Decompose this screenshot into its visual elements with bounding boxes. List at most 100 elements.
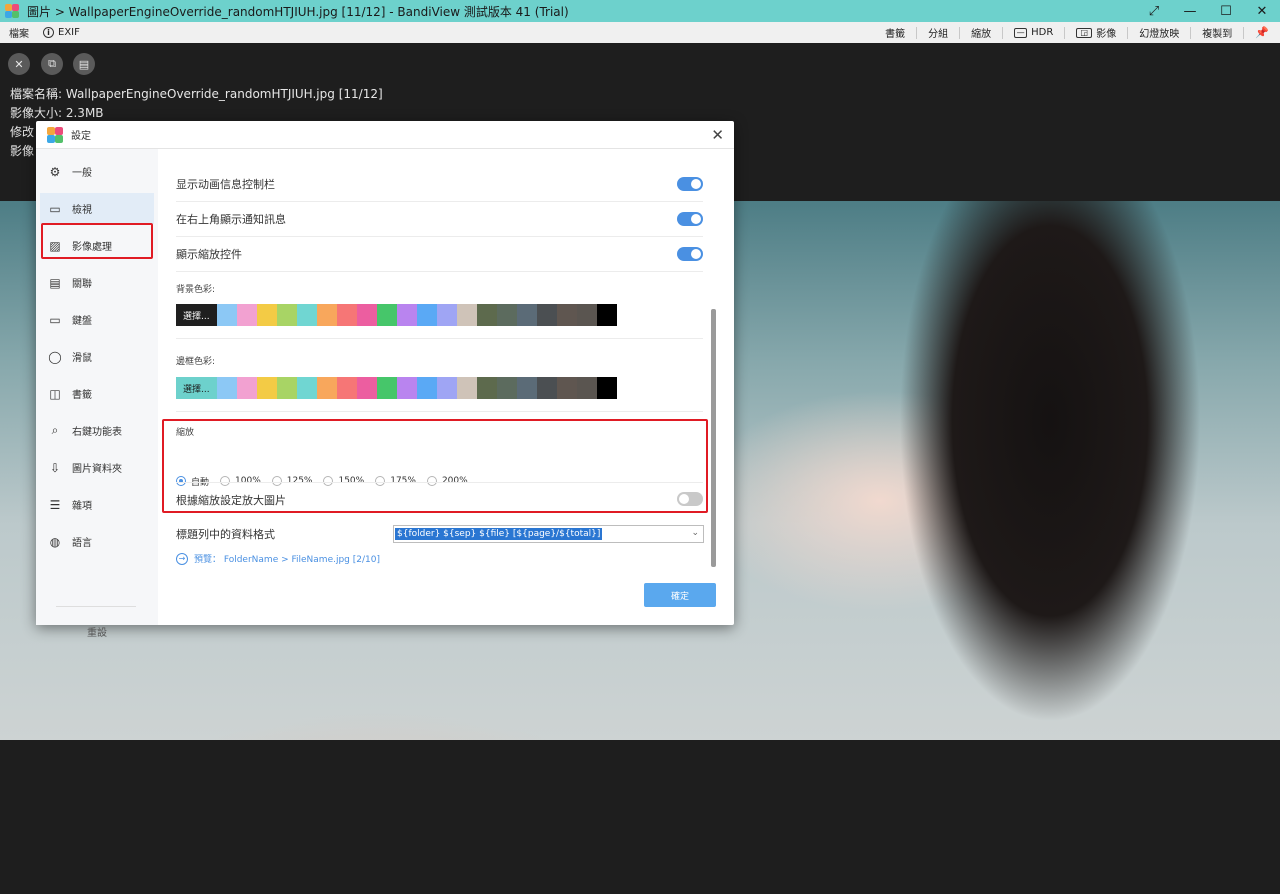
bg-color-swatch[interactable]: [536, 304, 557, 326]
gear-icon: ⚙: [49, 164, 61, 179]
viewer-close-button[interactable]: ✕: [8, 53, 30, 75]
nav-context-menu[interactable]: ⌕ 右鍵功能表: [40, 415, 154, 446]
sliders-icon: ☰: [49, 497, 61, 512]
menu-file[interactable]: 檔案: [9, 25, 29, 40]
bg-color-swatch[interactable]: [276, 304, 297, 326]
nav-picture-folder[interactable]: ⇩ 圖片資料夾: [40, 452, 154, 483]
menu-exif[interactable]: i EXIF: [43, 27, 80, 38]
app-logo-icon: [5, 4, 19, 18]
bg-color-swatch[interactable]: [596, 304, 617, 326]
border-color-swatch[interactable]: [216, 377, 237, 399]
bg-color-swatch[interactable]: [236, 304, 257, 326]
nav-general[interactable]: ⚙ 一般: [40, 156, 154, 187]
menu-bookmark[interactable]: 書籤: [874, 22, 916, 43]
toggle-notifications[interactable]: [677, 212, 703, 226]
settings-sidebar: ⚙ 一般 ▭ 檢視 ▨ 影像處理 ▤ 關聯 ▭ 鍵盤 ◯ 滑鼠 ◫ 書籤 ⌕ 右鍵功能表 ⇩ 圖片…: [36, 149, 158, 639]
bg-color-swatch[interactable]: [556, 304, 577, 326]
close-window-button[interactable]: ✕: [1244, 0, 1280, 22]
nav-language[interactable]: ◍ 語言: [40, 526, 154, 557]
bg-color-swatch[interactable]: [336, 304, 357, 326]
border-color-swatch[interactable]: [576, 377, 597, 399]
menu-slideshow[interactable]: 幻燈放映: [1128, 22, 1190, 43]
menu-hdr[interactable]: — HDR: [1003, 22, 1064, 43]
border-color-swatch[interactable]: [376, 377, 397, 399]
arrow-right-icon: →: [176, 552, 188, 565]
border-color-label: 邊框色彩:: [176, 357, 216, 367]
nav-association[interactable]: ▤ 關聯: [40, 267, 154, 298]
border-color-swatch[interactable]: [236, 377, 257, 399]
dialog-close-icon[interactable]: ✕: [711, 126, 724, 144]
nav-view[interactable]: ▭ 檢視: [40, 193, 154, 224]
bg-color-swatch[interactable]: [216, 304, 237, 326]
border-color-swatch[interactable]: [416, 377, 437, 399]
menu-copy-to[interactable]: 複製到: [1191, 22, 1243, 43]
border-color-swatch[interactable]: [496, 377, 517, 399]
title-format-select[interactable]: ${folder} ${sep} ${file} [${page}/${tota…: [393, 525, 704, 543]
nav-mouse[interactable]: ◯ 滑鼠: [40, 341, 154, 372]
preview-text: 預覽： FolderName > FileName.jpg [2/10]: [194, 555, 380, 565]
bg-color-swatch[interactable]: [576, 304, 597, 326]
maximize-button[interactable]: ☐: [1208, 0, 1244, 22]
menu-image-label: 影像: [1096, 29, 1117, 40]
info-icon: i: [43, 27, 54, 38]
bg-color-swatch[interactable]: [476, 304, 497, 326]
border-color-swatch[interactable]: [436, 377, 457, 399]
nav-label: 一般: [72, 168, 92, 179]
bg-color-swatch[interactable]: [516, 304, 537, 326]
border-color-swatch[interactable]: [596, 377, 617, 399]
border-color-swatch[interactable]: [356, 377, 377, 399]
border-color-swatch[interactable]: [336, 377, 357, 399]
border-color-swatch[interactable]: [396, 377, 417, 399]
expand-icon[interactable]: ⤢: [1136, 0, 1172, 22]
setting-label: 显示动画信息控制栏: [176, 178, 275, 191]
bg-color-swatch[interactable]: [416, 304, 437, 326]
border-color-swatch[interactable]: [276, 377, 297, 399]
bg-color-swatch[interactable]: [376, 304, 397, 326]
minimize-button[interactable]: —: [1172, 0, 1208, 22]
nav-bookmarks[interactable]: ◫ 書籤: [40, 378, 154, 409]
toggle-animation-controls[interactable]: [677, 177, 703, 191]
bg-color-swatch[interactable]: [256, 304, 277, 326]
border-color-swatch[interactable]: [316, 377, 337, 399]
bg-color-swatch[interactable]: [456, 304, 477, 326]
pin-icon[interactable]: 📌: [1244, 22, 1280, 43]
bg-color-pick-button[interactable]: 選擇...: [176, 304, 217, 326]
bg-color-swatch[interactable]: [496, 304, 517, 326]
content-scrollbar[interactable]: [711, 309, 716, 567]
menu-image[interactable]: ◲ 影像: [1065, 22, 1127, 43]
border-color-swatch[interactable]: [256, 377, 277, 399]
menubar: 檔案 i EXIF 書籤 分組 縮放 — HDR ◲ 影像 幻燈放映 複製到 📌: [0, 22, 1280, 43]
bg-color-swatch[interactable]: [296, 304, 317, 326]
keyboard-icon: ▭: [49, 312, 61, 327]
nav-label: 滑鼠: [72, 353, 92, 364]
bg-color-swatch[interactable]: [316, 304, 337, 326]
border-color-swatch[interactable]: [476, 377, 497, 399]
title-preview: → 預覽： FolderName > FileName.jpg [2/10]: [176, 552, 380, 565]
settings-content: 显示动画信息控制栏 在右上角顯示通知訊息 顯示縮放控件 背景色彩: 選擇... …: [158, 149, 734, 625]
toggle-zoom-controls[interactable]: [677, 247, 703, 261]
viewer-copy-button[interactable]: ⧉: [41, 53, 63, 75]
border-color-pick-button[interactable]: 選擇...: [176, 377, 217, 399]
viewer-file-button[interactable]: ▤: [73, 53, 95, 75]
globe-icon: ◍: [49, 534, 61, 549]
ok-button[interactable]: 確定: [644, 583, 716, 607]
border-color-swatch[interactable]: [456, 377, 477, 399]
bg-color-swatch[interactable]: [356, 304, 377, 326]
menu-group[interactable]: 分組: [917, 22, 959, 43]
border-color-swatch[interactable]: [516, 377, 537, 399]
nav-label: 鍵盤: [72, 316, 92, 327]
border-color-swatch[interactable]: [556, 377, 577, 399]
meta-filename: 檔案名稱: WallpaperEngineOverride_randomHTJI…: [10, 87, 383, 101]
border-color-swatch[interactable]: [296, 377, 317, 399]
nav-label: 語言: [72, 538, 92, 549]
bg-color-swatch[interactable]: [436, 304, 457, 326]
bg-color-label: 背景色彩:: [176, 285, 216, 295]
border-color-swatch[interactable]: [536, 377, 557, 399]
nav-keyboard[interactable]: ▭ 鍵盤: [40, 304, 154, 335]
reset-button[interactable]: 重設: [36, 624, 158, 639]
menu-zoom[interactable]: 縮放: [960, 22, 1002, 43]
photo-hair-region: [900, 201, 1200, 740]
nav-label: 書籤: [72, 390, 92, 401]
nav-misc[interactable]: ☰ 雜項: [40, 489, 154, 520]
bg-color-swatch[interactable]: [396, 304, 417, 326]
